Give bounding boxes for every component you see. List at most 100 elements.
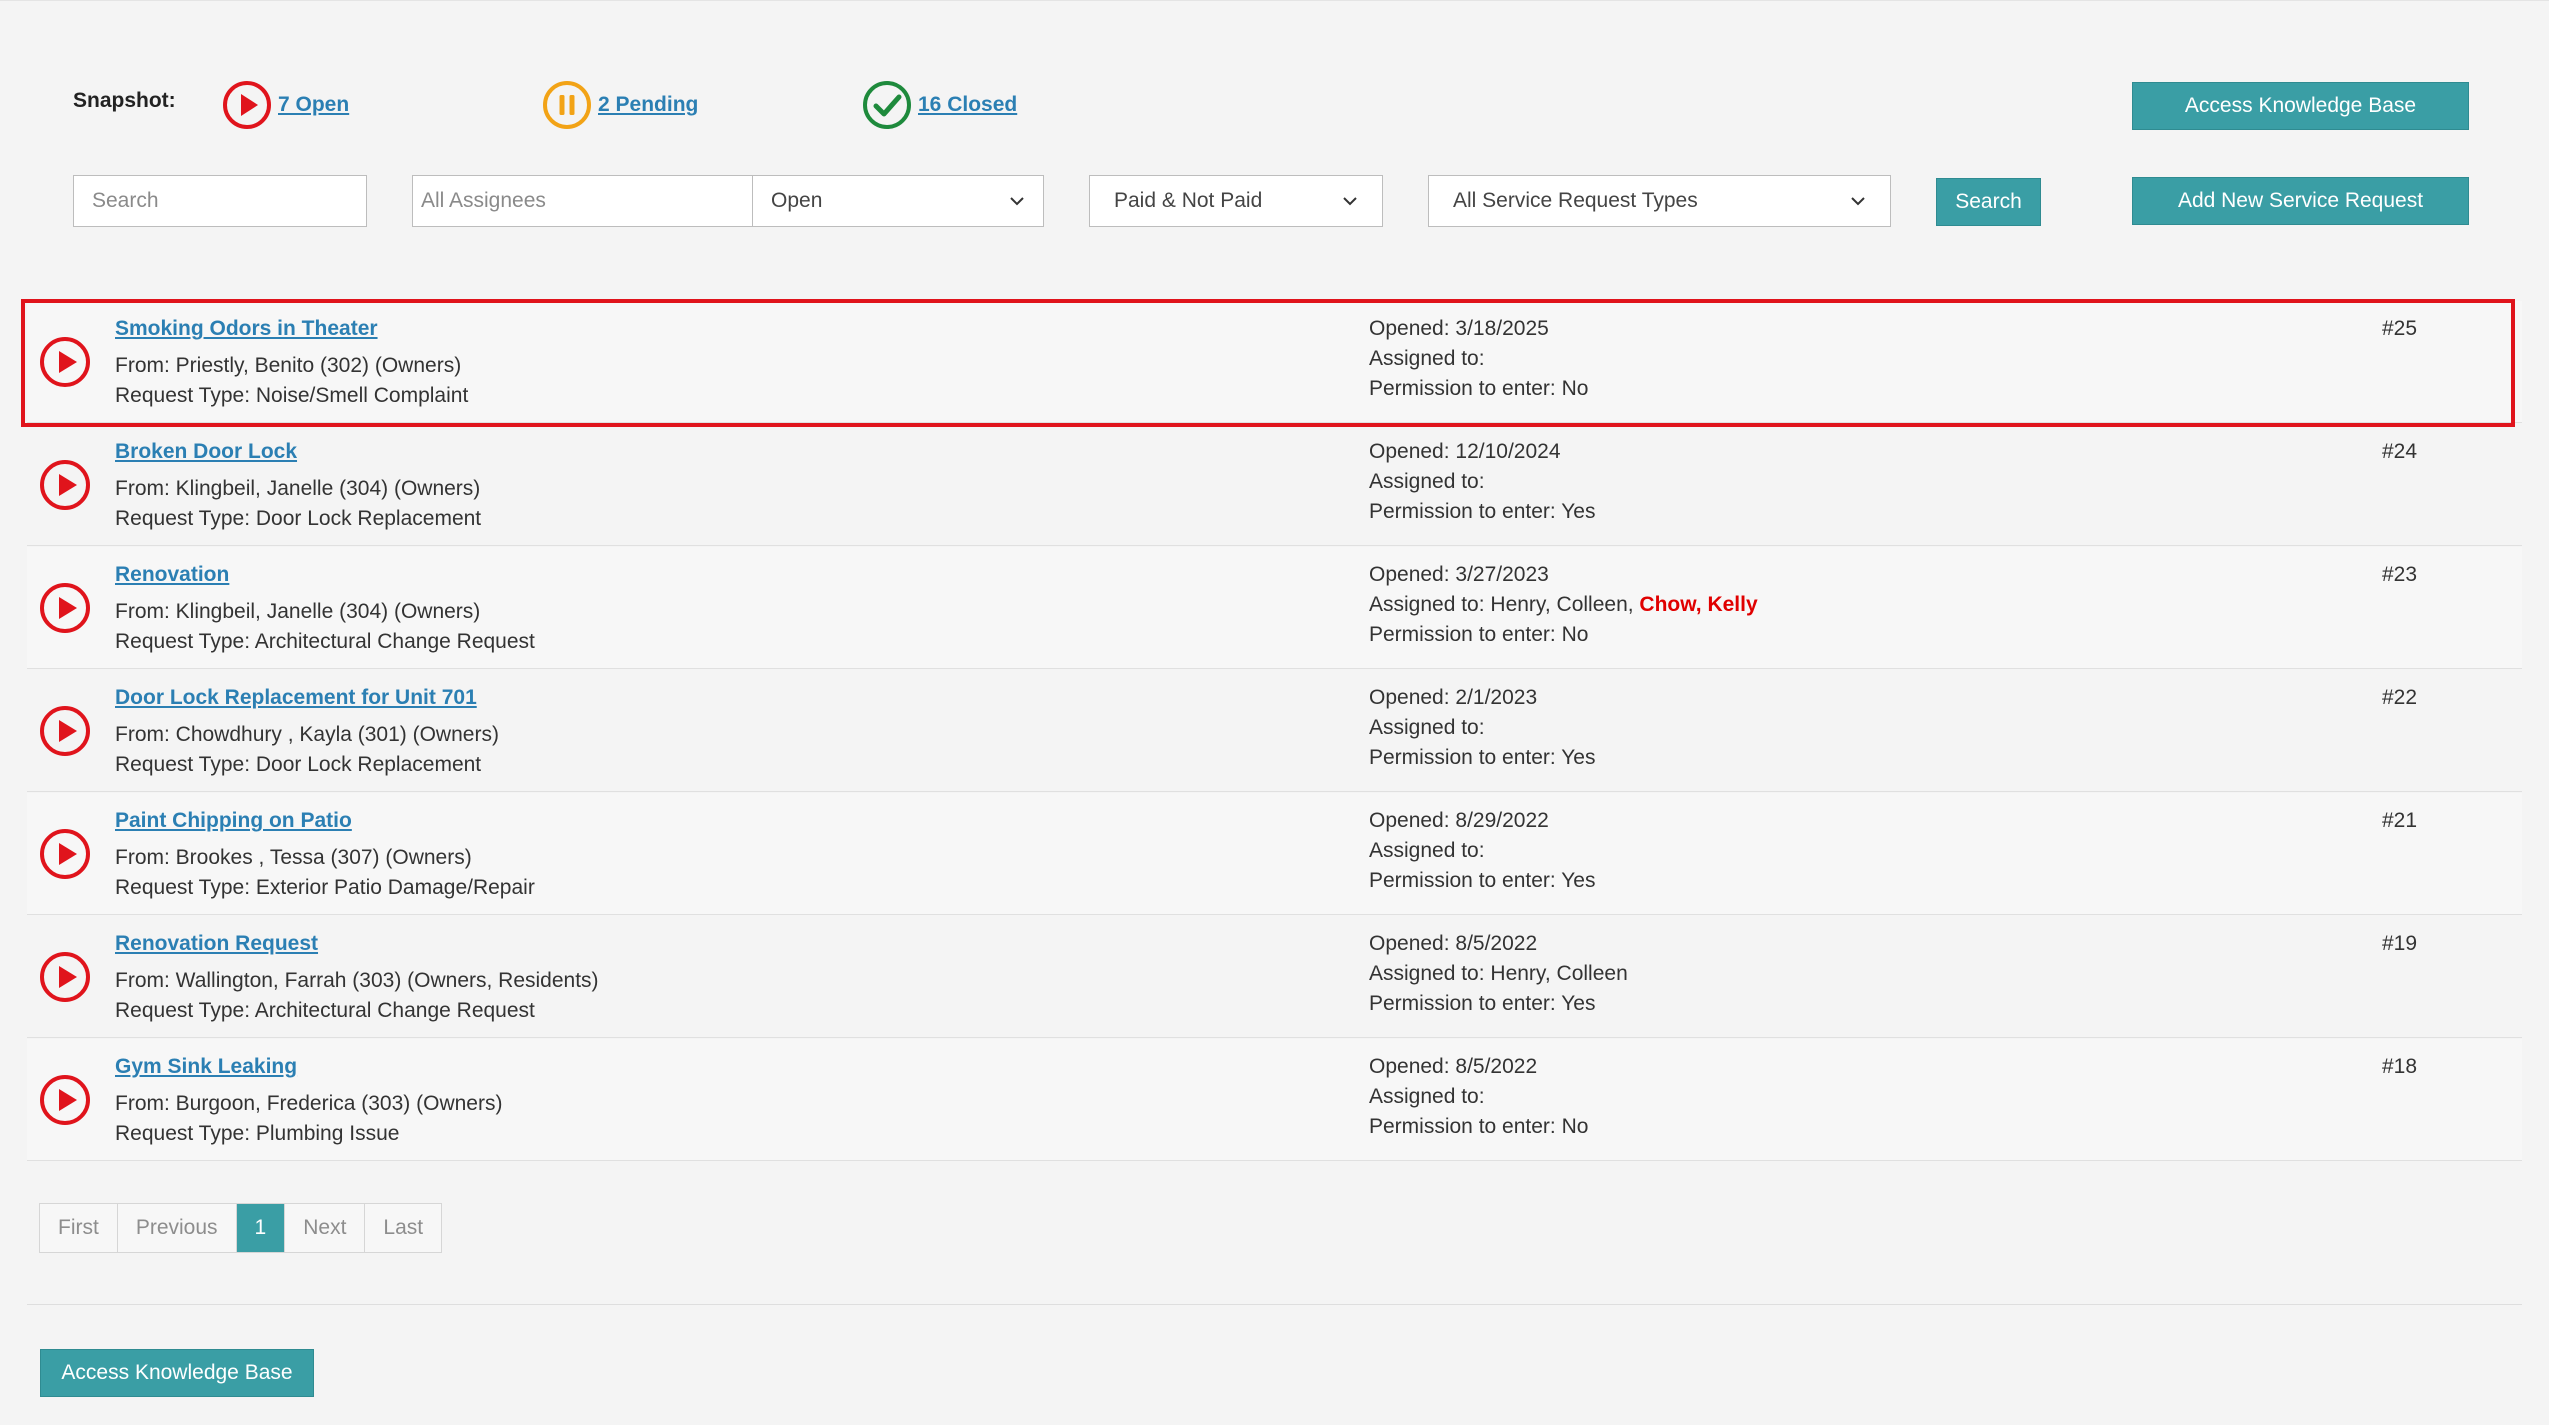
- request-title-link[interactable]: Renovation: [115, 563, 229, 587]
- request-title-link[interactable]: Broken Door Lock: [115, 440, 297, 464]
- access-knowledge-base-bottom-button[interactable]: Access Knowledge Base: [40, 1349, 314, 1397]
- snapshot-label: Snapshot:: [73, 89, 176, 112]
- open-status-play-icon: [40, 337, 90, 387]
- chevron-down-icon: [1851, 197, 1865, 206]
- open-play-icon: [223, 81, 271, 129]
- assigned-text: Assigned to:: [1369, 1085, 1485, 1108]
- request-assigned: Assigned to: Henry, Colleen, Chow, Kelly: [1369, 593, 1758, 617]
- request-number: #25: [2382, 317, 2418, 340]
- request-from: From: Brookes , Tessa (307) (Owners): [115, 846, 472, 869]
- request-permission: Permission to enter: Yes: [1369, 500, 1596, 523]
- request-opened: Opened: 8/5/2022: [1369, 932, 1538, 955]
- top-border: [0, 0, 2549, 1]
- search-input[interactable]: Search: [73, 175, 367, 227]
- request-title-link[interactable]: Door Lock Replacement for Unit 701: [115, 686, 477, 710]
- request-assigned: Assigned to:: [1369, 716, 1485, 740]
- pagination-previous[interactable]: Previous: [118, 1204, 237, 1252]
- assigned-text: Assigned to: Henry, Colleen,: [1369, 593, 1640, 616]
- request-assigned: Assigned to:: [1369, 347, 1485, 371]
- request-permission: Permission to enter: No: [1369, 377, 1589, 400]
- pagination-next[interactable]: Next: [285, 1204, 366, 1252]
- request-type: Request Type: Door Lock Replacement: [115, 753, 482, 776]
- request-permission: Permission to enter: No: [1369, 1115, 1589, 1138]
- snapshot-open[interactable]: 7 Open: [222, 80, 349, 130]
- pending-pause-icon: [543, 81, 591, 129]
- pagination-last[interactable]: Last: [365, 1204, 441, 1252]
- pagination: First Previous 1 Next Last: [39, 1203, 443, 1253]
- request-from: From: Klingbeil, Janelle (304) (Owners): [115, 477, 481, 500]
- request-opened: Opened: 8/29/2022: [1369, 809, 1549, 832]
- request-number: #23: [2382, 563, 2418, 586]
- status-select-value: Open: [771, 189, 823, 212]
- request-permission: Permission to enter: Yes: [1369, 992, 1596, 1015]
- closed-check-icon: [863, 81, 911, 129]
- request-title-link[interactable]: Gym Sink Leaking: [115, 1055, 297, 1079]
- pagination-page-1[interactable]: 1: [236, 1204, 286, 1252]
- request-from: From: Priestly, Benito (302) (Owners): [115, 354, 462, 377]
- chevron-down-icon: [1343, 197, 1357, 206]
- request-title-link[interactable]: Renovation Request: [115, 932, 318, 956]
- open-status-play-icon: [40, 583, 90, 633]
- pending-count-link[interactable]: 2 Pending: [598, 93, 698, 117]
- status-select[interactable]: Open: [752, 175, 1044, 227]
- request-title-link[interactable]: Paint Chipping on Patio: [115, 809, 352, 833]
- request-from: From: Chowdhury , Kayla (301) (Owners): [115, 723, 499, 746]
- closed-count-link[interactable]: 16 Closed: [918, 93, 1017, 117]
- access-knowledge-base-button[interactable]: Access Knowledge Base: [2132, 82, 2469, 130]
- request-from: From: Burgoon, Frederica (303) (Owners): [115, 1092, 503, 1115]
- request-assigned: Assigned to:: [1369, 470, 1485, 494]
- request-title-link[interactable]: Smoking Odors in Theater: [115, 317, 378, 341]
- request-row: Renovation Request From: Wallington, Farr…: [27, 916, 2522, 1038]
- request-assigned: Assigned to:: [1369, 1085, 1485, 1109]
- paid-select[interactable]: Paid & Not Paid: [1089, 175, 1383, 227]
- assignees-placeholder: All Assignees: [421, 189, 546, 212]
- request-type: Request Type: Architectural Change Reque…: [115, 630, 535, 653]
- request-row: Gym Sink Leaking From: Burgoon, Frederica…: [27, 1039, 2522, 1161]
- open-status-play-icon: [40, 460, 90, 510]
- request-permission: Permission to enter: Yes: [1369, 869, 1596, 892]
- request-types-select-value: All Service Request Types: [1453, 189, 1698, 212]
- request-row: Paint Chipping on Patio From: Brookes , T…: [27, 793, 2522, 915]
- request-opened: Opened: 3/18/2025: [1369, 317, 1549, 340]
- snapshot-closed[interactable]: 16 Closed: [862, 80, 1017, 130]
- request-type: Request Type: Plumbing Issue: [115, 1122, 400, 1145]
- assigned-text: Assigned to:: [1369, 347, 1485, 370]
- request-from: From: Klingbeil, Janelle (304) (Owners): [115, 600, 481, 623]
- request-row: Broken Door Lock From: Klingbeil, Janelle…: [27, 424, 2522, 546]
- request-number: #24: [2382, 440, 2418, 463]
- open-status-play-icon: [40, 952, 90, 1002]
- open-count-link[interactable]: 7 Open: [278, 93, 349, 117]
- snapshot-pending[interactable]: 2 Pending: [542, 80, 698, 130]
- paid-select-value: Paid & Not Paid: [1114, 189, 1263, 212]
- request-opened: Opened: 2/1/2023: [1369, 686, 1538, 709]
- open-status-play-icon: [40, 1075, 90, 1125]
- request-opened: Opened: 3/27/2023: [1369, 563, 1549, 586]
- open-status-play-icon: [40, 706, 90, 756]
- assigned-highlighted-name: Chow, Kelly: [1639, 593, 1758, 616]
- request-opened: Opened: 8/5/2022: [1369, 1055, 1538, 1078]
- assigned-text: Assigned to:: [1369, 839, 1485, 862]
- request-type: Request Type: Architectural Change Reque…: [115, 999, 535, 1022]
- open-status-play-icon: [40, 829, 90, 879]
- assigned-text: Assigned to:: [1369, 716, 1485, 739]
- add-new-service-request-button[interactable]: Add New Service Request: [2132, 177, 2469, 225]
- search-placeholder: Search: [92, 189, 159, 212]
- request-row: Door Lock Replacement for Unit 701 From: …: [27, 670, 2522, 792]
- request-assigned: Assigned to:: [1369, 839, 1485, 863]
- pagination-first[interactable]: First: [40, 1204, 118, 1252]
- request-permission: Permission to enter: Yes: [1369, 746, 1596, 769]
- request-row: Renovation From: Klingbeil, Janelle (304)…: [27, 547, 2522, 669]
- assigned-text: Assigned to: Henry, Colleen: [1369, 962, 1628, 985]
- request-assigned: Assigned to: Henry, Colleen: [1369, 962, 1628, 986]
- request-permission: Permission to enter: No: [1369, 623, 1589, 646]
- request-types-select[interactable]: All Service Request Types: [1428, 175, 1891, 227]
- chevron-down-icon: [1010, 197, 1024, 206]
- request-number: #21: [2382, 809, 2418, 832]
- search-button[interactable]: Search: [1936, 178, 2041, 226]
- request-number: #19: [2382, 932, 2418, 955]
- assigned-text: Assigned to:: [1369, 470, 1485, 493]
- assignees-input[interactable]: All Assignees: [412, 175, 753, 227]
- request-type: Request Type: Door Lock Replacement: [115, 507, 482, 530]
- request-row: Smoking Odors in Theater From: Priestly, …: [27, 301, 2522, 423]
- request-type: Request Type: Exterior Patio Damage/Repa…: [115, 876, 535, 899]
